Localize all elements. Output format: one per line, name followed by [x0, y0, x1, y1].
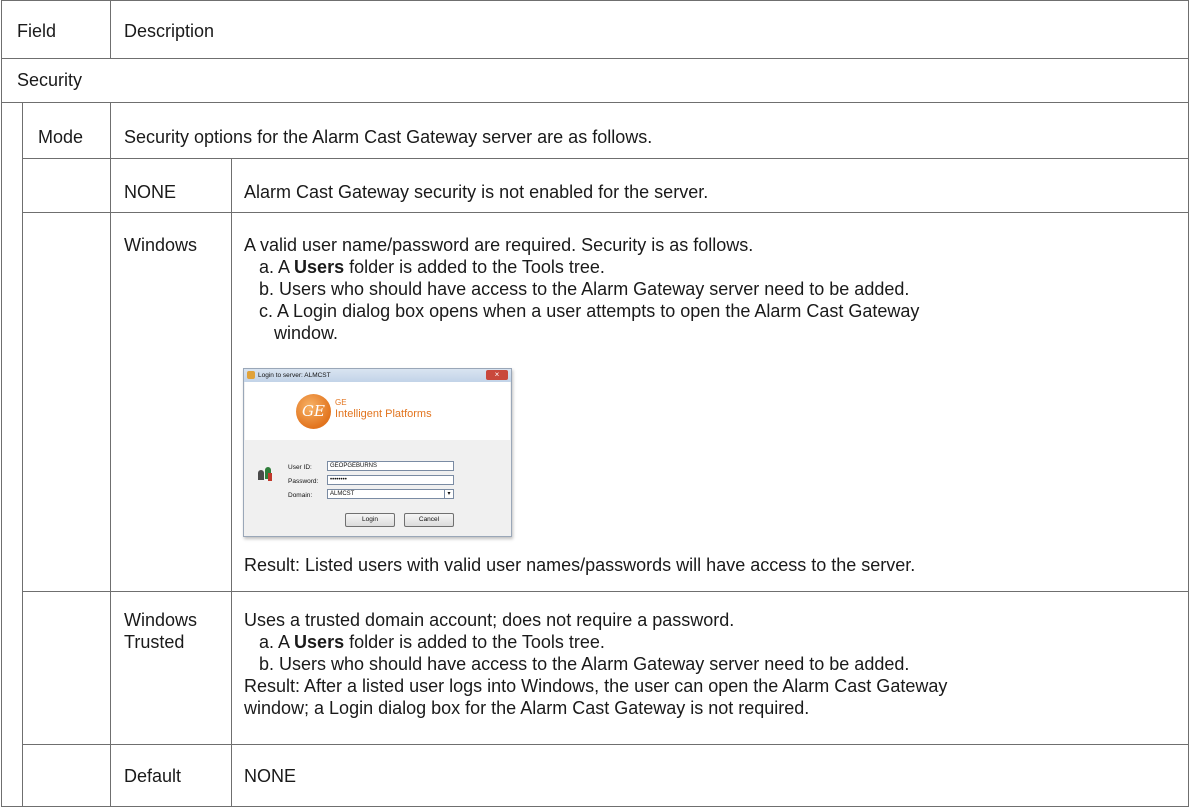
row-divider — [22, 158, 1189, 159]
row-divider — [22, 744, 1189, 745]
option-none-description: Alarm Cast Gateway security is not enabl… — [244, 182, 709, 202]
user-id-label: User ID: — [288, 464, 312, 471]
cancel-button: Cancel — [404, 513, 454, 527]
domain-select: ALMCST ▾ — [327, 489, 454, 499]
header-description: Description — [124, 21, 215, 41]
list-item-continuation: window. — [274, 323, 339, 343]
table-border-top — [1, 0, 1189, 1]
ge-logo-icon: GE — [296, 394, 331, 429]
option-windows-result: Result: Listed users with valid user nam… — [244, 555, 916, 575]
table-border-bottom — [1, 806, 1189, 807]
list-item: b. Users who should have access to the A… — [259, 654, 910, 674]
brand-line-1: GE — [335, 398, 347, 407]
login-button: Login — [345, 513, 395, 527]
row-divider — [22, 591, 1189, 592]
col-divider — [231, 158, 232, 807]
users-icon — [258, 467, 272, 481]
option-none-name: NONE — [124, 182, 177, 202]
option-windows-steps: a. A Users folder is added to the Tools … — [259, 256, 919, 344]
header-field: Field — [17, 21, 57, 41]
option-windows-trusted-name: Windows Trusted — [124, 610, 198, 652]
col-divider — [110, 102, 111, 807]
option-windows-trusted-intro: Uses a trusted domain account; does not … — [244, 610, 735, 630]
row-divider — [22, 212, 1189, 213]
option-windows-intro: A valid user name/password are required.… — [244, 235, 754, 255]
list-item: c. A Login dialog box opens when a user … — [259, 301, 920, 321]
dialog-banner: GE GE Intelligent Platforms — [245, 382, 510, 440]
lock-icon — [247, 371, 255, 379]
row-divider — [1, 102, 1189, 103]
dialog-title-bar: Login to server: ALMCST × — [244, 369, 511, 382]
list-item: a. A Users folder is added to the Tools … — [259, 632, 605, 652]
indent-divider — [22, 102, 23, 807]
domain-label: Domain: — [288, 492, 313, 499]
mode-description: Security options for the Alarm Cast Gate… — [124, 127, 653, 147]
list-item: a. A Users folder is added to the Tools … — [259, 257, 605, 277]
option-default-name: Default — [124, 766, 182, 786]
option-windows-name: Windows — [124, 235, 198, 255]
password-field: •••••••• — [327, 475, 454, 485]
table-border-left — [1, 0, 2, 807]
close-icon: × — [486, 370, 508, 380]
option-windows-trusted-result: Result: After a listed user logs into Wi… — [244, 676, 948, 718]
dialog-title: Login to server: ALMCST — [258, 372, 331, 379]
user-id-field: GEOPGEBURNS — [327, 461, 454, 471]
mode-field: Mode — [38, 127, 84, 147]
row-divider — [1, 58, 1189, 59]
option-windows-trusted-steps: a. A Users folder is added to the Tools … — [259, 631, 909, 675]
option-default-value: NONE — [244, 766, 297, 786]
domain-value: ALMCST — [330, 491, 355, 497]
chevron-down-icon: ▾ — [444, 490, 453, 498]
brand-line-2: Intelligent Platforms — [335, 408, 432, 420]
list-item: b. Users who should have access to the A… — [259, 279, 910, 299]
login-dialog-screenshot: Login to server: ALMCST × GE GE Intellig… — [243, 368, 512, 537]
section-security: Security — [17, 70, 83, 90]
password-label: Password: — [288, 478, 319, 485]
col-divider — [110, 0, 111, 59]
